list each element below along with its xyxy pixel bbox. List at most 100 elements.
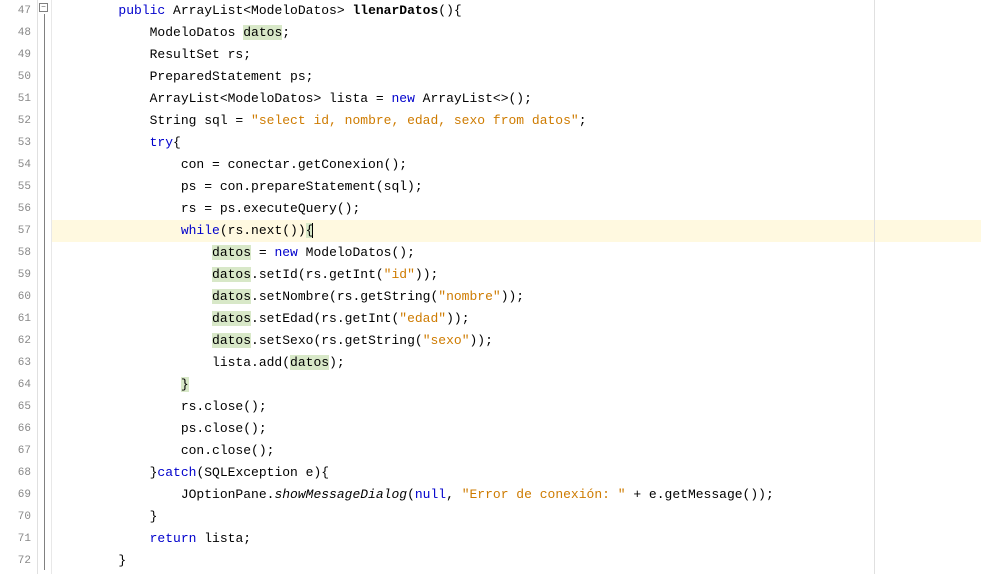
code-token: datos — [243, 25, 282, 40]
code-token: datos — [212, 289, 251, 304]
code-token: ModeloDatos — [56, 25, 243, 40]
code-token: ResultSet rs; — [56, 47, 251, 62]
code-token: lista; — [196, 531, 251, 546]
code-token: .setSexo(rs.getString( — [251, 333, 423, 348]
code-token: ; — [282, 25, 290, 40]
line-number: 71 — [0, 528, 31, 550]
code-token: datos — [290, 355, 329, 370]
code-token: llenarDatos — [352, 3, 438, 18]
code-token: )); — [470, 333, 493, 348]
code-token: (){ — [438, 3, 461, 18]
code-token: con.close(); — [56, 443, 274, 458]
code-line[interactable]: public ArrayList<ModeloDatos> llenarDato… — [52, 0, 981, 22]
code-line[interactable]: PreparedStatement ps; — [52, 66, 981, 88]
code-line[interactable]: try{ — [52, 132, 981, 154]
line-number: 48 — [0, 22, 31, 44]
line-number: 47 — [0, 0, 31, 22]
code-line[interactable]: rs.close(); — [52, 396, 981, 418]
line-number: 68 — [0, 462, 31, 484]
line-number: 60 — [0, 286, 31, 308]
code-token: try — [150, 135, 173, 150]
code-token: datos — [212, 267, 251, 282]
code-token: + e.getMessage()); — [626, 487, 774, 502]
code-line[interactable]: con.close(); — [52, 440, 981, 462]
code-line[interactable]: String sql = "select id, nombre, edad, s… — [52, 110, 981, 132]
code-line[interactable]: rs = ps.executeQuery(); — [52, 198, 981, 220]
code-token: rs.close(); — [56, 399, 267, 414]
fold-column: − — [38, 0, 52, 574]
code-token: showMessageDialog — [274, 487, 407, 502]
code-token: )); — [501, 289, 524, 304]
code-line[interactable]: datos.setEdad(rs.getInt("edad")); — [52, 308, 981, 330]
code-line[interactable]: con = conectar.getConexion(); — [52, 154, 981, 176]
code-editor[interactable]: 4748495051525354555657585960616263646566… — [0, 0, 981, 574]
line-number: 56 — [0, 198, 31, 220]
line-number: 66 — [0, 418, 31, 440]
line-number: 64 — [0, 374, 31, 396]
code-token: (rs.next()) — [220, 223, 306, 238]
line-number: 65 — [0, 396, 31, 418]
line-number: 54 — [0, 154, 31, 176]
code-token — [56, 223, 181, 238]
code-token: ); — [329, 355, 345, 370]
code-token: ; — [579, 113, 587, 128]
code-token — [56, 311, 212, 326]
code-line[interactable]: ps = con.prepareStatement(sql); — [52, 176, 981, 198]
code-token: null — [415, 487, 446, 502]
code-token — [56, 531, 150, 546]
code-line[interactable]: }catch(SQLException e){ — [52, 462, 981, 484]
line-number: 62 — [0, 330, 31, 352]
code-token — [56, 135, 150, 150]
code-token: public — [118, 3, 165, 18]
line-number: 63 — [0, 352, 31, 374]
line-number: 67 — [0, 440, 31, 462]
code-line[interactable]: } — [52, 506, 981, 528]
code-line[interactable]: ModeloDatos datos; — [52, 22, 981, 44]
code-token: )); — [415, 267, 438, 282]
code-area[interactable]: public ArrayList<ModeloDatos> llenarDato… — [52, 0, 981, 574]
code-token: datos — [212, 333, 251, 348]
line-number: 49 — [0, 44, 31, 66]
code-token: ModeloDatos(); — [298, 245, 415, 260]
code-token: JOptionPane. — [56, 487, 274, 502]
code-token: , — [446, 487, 462, 502]
code-line[interactable]: } — [52, 374, 981, 396]
code-token: "select id, nombre, edad, sexo from dato… — [251, 113, 579, 128]
code-line[interactable]: } — [52, 550, 981, 572]
code-token: .setId(rs.getInt( — [251, 267, 384, 282]
line-number: 69 — [0, 484, 31, 506]
code-token — [56, 333, 212, 348]
code-token: } — [56, 465, 157, 480]
code-line[interactable]: ps.close(); — [52, 418, 981, 440]
code-token: return — [150, 531, 197, 546]
line-number: 52 — [0, 110, 31, 132]
code-token: = — [251, 245, 274, 260]
code-line[interactable]: datos.setSexo(rs.getString("sexo")); — [52, 330, 981, 352]
code-token — [56, 267, 212, 282]
line-number: 59 — [0, 264, 31, 286]
code-token: } — [56, 509, 157, 524]
line-number: 55 — [0, 176, 31, 198]
code-token: ( — [407, 487, 415, 502]
code-token: .setEdad(rs.getInt( — [251, 311, 399, 326]
code-token: "Error de conexión: " — [462, 487, 626, 502]
code-token: con = conectar.getConexion(); — [56, 157, 407, 172]
code-token — [56, 377, 181, 392]
code-line[interactable]: ArrayList<ModeloDatos> lista = new Array… — [52, 88, 981, 110]
print-margin — [874, 0, 875, 574]
code-token: while — [181, 223, 220, 238]
code-token — [56, 245, 212, 260]
code-line[interactable]: JOptionPane.showMessageDialog(null, "Err… — [52, 484, 981, 506]
code-line[interactable]: return lista; — [52, 528, 981, 550]
code-line[interactable]: datos = new ModeloDatos(); — [52, 242, 981, 264]
code-line[interactable]: datos.setNombre(rs.getString("nombre")); — [52, 286, 981, 308]
code-line[interactable]: while(rs.next()){ — [52, 220, 981, 242]
code-token: ArrayList<>(); — [415, 91, 532, 106]
fold-collapse-icon[interactable]: − — [39, 3, 48, 12]
code-line[interactable]: ResultSet rs; — [52, 44, 981, 66]
code-token: rs = ps.executeQuery(); — [56, 201, 360, 216]
code-token: .setNombre(rs.getString( — [251, 289, 438, 304]
code-token: ArrayList<ModeloDatos> lista = — [56, 91, 391, 106]
code-line[interactable]: datos.setId(rs.getInt("id")); — [52, 264, 981, 286]
code-line[interactable]: lista.add(datos); — [52, 352, 981, 374]
